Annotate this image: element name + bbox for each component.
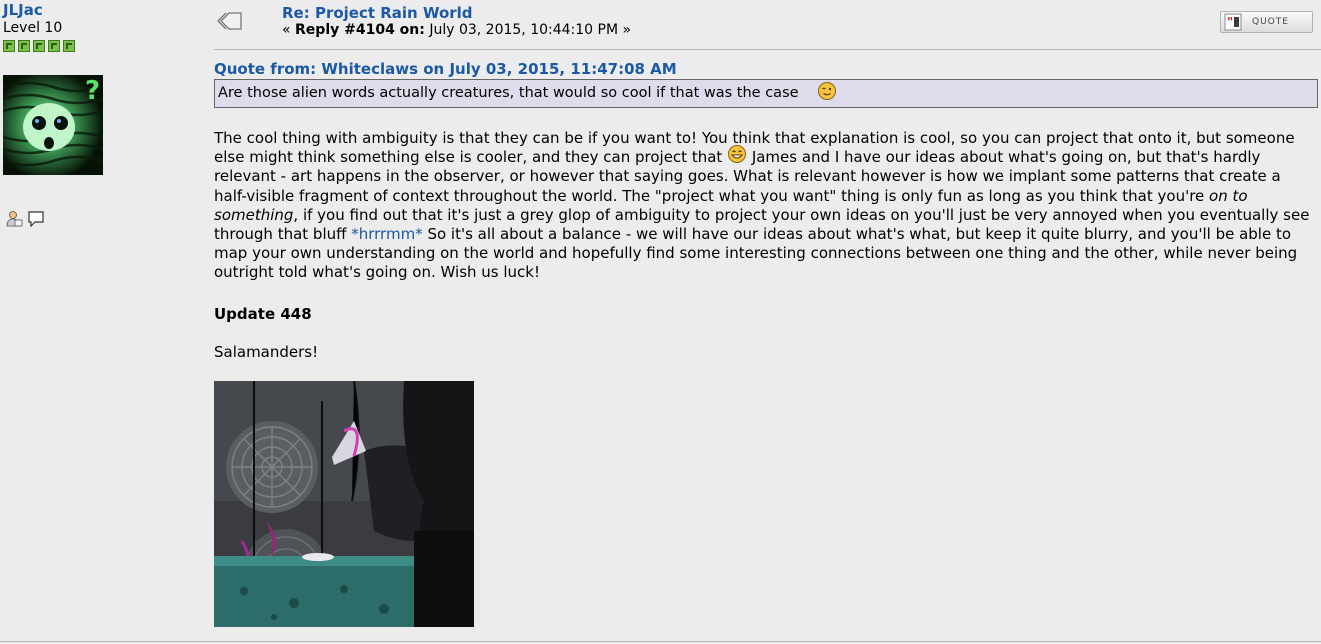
body-line: half-visible fragment of context through… <box>214 187 1321 206</box>
rank-stars <box>3 40 113 52</box>
rank-star-icon <box>48 40 60 52</box>
quote-button[interactable]: " QUOTE <box>1220 11 1313 33</box>
quote-icon: " <box>1224 13 1242 31</box>
body-text-segment: , if you find out that it's just a grey … <box>293 205 1310 224</box>
body-text-segment: through that bluff <box>214 225 352 244</box>
update-heading: Update 448 <box>214 305 312 323</box>
grin-smiley-icon <box>728 145 747 164</box>
poster-info: JLJac Level 10 <box>3 2 113 52</box>
meta-prefix: « <box>282 22 296 38</box>
post-date: July 03, 2015, 10:44:10 PM » <box>424 22 632 38</box>
post-body: The cool thing with ambiguity is that th… <box>214 129 1321 283</box>
reply-label: Reply #4104 on: <box>295 22 425 38</box>
poster-rank: Level 10 <box>3 20 63 36</box>
svg-text:?: ? <box>85 76 100 106</box>
body-line: something, if you find out that it's jus… <box>214 206 1321 225</box>
quote-text: Are those alien words actually creatures… <box>218 85 799 101</box>
rank-star-icon <box>33 40 45 52</box>
salamanders-text: Salamanders! <box>214 343 319 361</box>
post-divider <box>214 49 1321 50</box>
avatar: ? <box>3 75 103 175</box>
wink-smiley-icon <box>818 81 837 100</box>
svg-text:": " <box>1227 15 1233 29</box>
emphasis-text: on to <box>1209 186 1248 205</box>
body-text-segment: else might think something else is coole… <box>214 148 728 167</box>
body-line: through that bluff *hrrrmm* So it's all … <box>214 225 1321 244</box>
body-line: relevant - art happens in the observer, … <box>214 167 1281 186</box>
colored-text: *hrrrmm* <box>351 225 423 244</box>
poster-actions <box>5 210 45 228</box>
poster-name-link[interactable]: JLJac <box>3 2 113 19</box>
body-line: map your own understanding on the world … <box>214 244 1298 263</box>
post-meta: « Reply #4104 on: July 03, 2015, 10:44:1… <box>282 22 631 38</box>
emphasis-text: something <box>214 205 294 224</box>
quote-button-label: QUOTE <box>1252 17 1289 27</box>
rank-star-icon <box>18 40 30 52</box>
quote-box: Are those alien words actually creatures… <box>214 79 1318 108</box>
body-line: The cool thing with ambiguity is that th… <box>214 129 1295 147</box>
body-text-segment: half-visible fragment of context through… <box>214 186 1210 205</box>
body-line: outright told what's going on. Wish us l… <box>214 263 541 282</box>
body-text-segment: So it's all about a balance - we will ha… <box>422 225 1292 244</box>
rank-star-icon <box>63 40 75 52</box>
rank-star-icon <box>3 40 15 52</box>
body-line: else might think something else is coole… <box>214 145 1321 167</box>
bottom-divider <box>0 641 1321 642</box>
xx-post-icon <box>217 12 242 30</box>
post-title-link[interactable]: Re: Project Rain World <box>282 4 473 22</box>
quote-header-link[interactable]: Quote from: Whiteclaws on July 03, 2015,… <box>214 60 677 78</box>
game-screenshot-image[interactable] <box>214 381 474 627</box>
profile-icon[interactable] <box>5 210 23 228</box>
message-icon[interactable] <box>27 210 45 228</box>
body-text-segment: James and I have our ideas about what's … <box>747 148 1261 167</box>
